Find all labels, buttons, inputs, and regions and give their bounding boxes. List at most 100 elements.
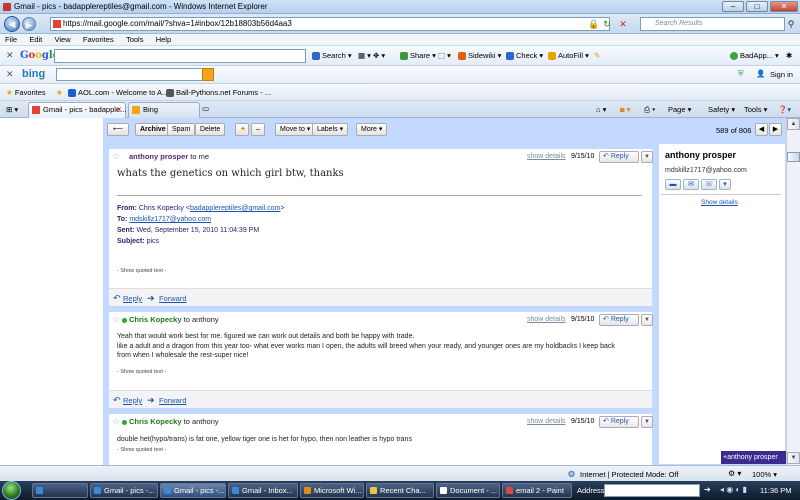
user-icon[interactable]: 👤 <box>756 69 765 78</box>
bing-search-button[interactable] <box>202 68 214 81</box>
from-email-link[interactable]: badapplereptiles@gmail.com <box>190 205 280 212</box>
print-icon[interactable]: ⎙ ▾ <box>644 105 655 115</box>
phone-icon[interactable]: ☏ <box>701 179 717 190</box>
back-button[interactable]: ◀ <box>4 16 20 32</box>
tab-bing[interactable]: Bing <box>128 102 200 118</box>
google-search-input[interactable] <box>54 49 306 63</box>
bing-signin-link[interactable]: Sign in <box>770 70 793 79</box>
scroll-down-icon[interactable]: ▼ <box>787 452 800 464</box>
footer-forward-link[interactable]: Forward <box>159 396 187 405</box>
close-bing-toolbar-icon[interactable]: ✕ <box>6 69 14 80</box>
footer-reply-link[interactable]: Reply <box>123 396 142 405</box>
go-icon[interactable]: ➜ <box>704 485 711 494</box>
reply-options-icon[interactable]: ▼ <box>641 314 653 326</box>
protected-mode-icon[interactable]: ⚙ ▾ <box>728 469 741 478</box>
autofill-button[interactable]: AutoFill ▾ <box>548 51 589 61</box>
sidewiki-button[interactable]: Sidewiki ▾ <box>458 51 501 61</box>
reply-options-icon[interactable]: ▼ <box>641 151 653 163</box>
taskbar-item[interactable]: Gmail - Inbox... <box>228 483 298 498</box>
safety-menu[interactable]: Safety ▾ <box>708 105 735 114</box>
menu-view[interactable]: View <box>50 34 76 45</box>
show-quoted-text-link[interactable]: - Show quoted text - <box>117 447 166 453</box>
taskbar-item[interactable]: Microsoft Wi... <box>300 483 364 498</box>
menu-favorites[interactable]: Favorites <box>78 34 119 45</box>
mark-button[interactable]: – <box>251 123 265 136</box>
favorite-aol[interactable]: AOL.com - Welcome to A... ▾ <box>68 88 174 98</box>
menu-help[interactable]: Help <box>151 34 176 45</box>
zoom-level[interactable]: 100% ▾ <box>752 470 777 479</box>
scroll-up-icon[interactable]: ▲ <box>787 118 800 130</box>
stop-icon[interactable]: ✕ <box>618 19 628 29</box>
minimize-button[interactable]: – <box>722 1 744 12</box>
show-details-link[interactable]: show details <box>527 418 566 425</box>
scrollbar[interactable]: ▲ ▼ <box>786 118 800 465</box>
lock-icon[interactable]: 🔒 <box>588 19 599 29</box>
star-icon[interactable]: ☆ <box>112 416 120 427</box>
bing-search-input[interactable] <box>56 68 204 81</box>
menu-file[interactable]: File <box>0 34 22 45</box>
shield-icon[interactable]: ⛨ <box>738 69 744 79</box>
add-favorite-icon[interactable]: ★ <box>56 88 63 97</box>
favorites-button[interactable]: ★ Favorites <box>6 88 46 97</box>
menu-edit[interactable]: Edit <box>24 34 47 45</box>
reply-options-icon[interactable]: ▼ <box>641 416 653 428</box>
star-mark-button[interactable]: ✦ <box>235 123 249 136</box>
newer-button[interactable]: ◀ <box>755 123 768 136</box>
contact-show-details-link[interactable]: Show details <box>701 199 738 206</box>
taskbar-item[interactable]: Recent Cha... <box>366 483 434 498</box>
spam-button[interactable]: Spam <box>167 123 196 136</box>
tab-gmail[interactable]: Gmail - pics - badapple... ✕ <box>28 102 126 118</box>
start-button[interactable] <box>2 481 21 500</box>
browser-search-input[interactable]: Search Results <box>640 17 785 31</box>
clock[interactable]: 11:36 PM <box>760 486 792 495</box>
bookmark-icon[interactable]: ⬚ ▾ <box>438 51 451 60</box>
help-icon[interactable]: ❓▾ <box>778 105 791 114</box>
taskbar-item-active[interactable]: Gmail - pics -... <box>160 483 226 498</box>
taskbar-item[interactable]: email 2 - Paint <box>502 483 572 498</box>
show-quoted-text-link[interactable]: - Show quoted text - <box>117 369 166 375</box>
reply-button[interactable]: ↶ Reply <box>599 314 639 326</box>
message-header[interactable]: ☆ Chris Kopecky to anthony show details … <box>109 414 653 430</box>
message-header[interactable]: ☆ anthony prosper to me show details 9/1… <box>109 149 653 165</box>
back-to-inbox-button[interactable]: ⟵ <box>107 123 129 136</box>
chat-icon[interactable]: ▬ <box>665 179 681 190</box>
pencil-icon[interactable]: ✎ <box>594 51 600 60</box>
to-email-link[interactable]: mdskillz1717@yahoo.com <box>129 216 211 223</box>
archive-button[interactable]: Archive <box>135 123 171 136</box>
close-tab-icon[interactable]: ✕ <box>116 103 122 117</box>
forward-button[interactable]: ▶ <box>22 17 36 31</box>
taskbar-item[interactable]: Document - ... <box>436 483 500 498</box>
star-icon[interactable]: ☆ <box>112 314 120 325</box>
home-icon[interactable]: ⌂ ▾ <box>596 105 606 114</box>
tools-menu[interactable]: Tools ▾ <box>744 105 767 114</box>
refresh-icon[interactable]: ↻ <box>602 19 612 29</box>
taskbar-address-input[interactable] <box>604 484 700 497</box>
email-icon[interactable]: ✉ <box>683 179 699 190</box>
new-tab-icon[interactable]: ▭ <box>202 104 209 113</box>
close-button[interactable]: ✕ <box>770 1 798 12</box>
footer-forward-link[interactable]: Forward <box>159 294 187 303</box>
tray-icons[interactable]: ◂ ◉ ◐ ▮ <box>720 485 747 494</box>
close-toolbar-icon[interactable]: ✕ <box>6 50 14 61</box>
scroll-thumb[interactable] <box>787 152 800 162</box>
reply-button[interactable]: ↶ Reply <box>599 416 639 428</box>
taskbar-item[interactable]: Gmail - pics -... <box>90 483 158 498</box>
reply-button[interactable]: ↶ Reply <box>599 151 639 163</box>
quick-tabs-icon[interactable]: ⊞ ▾ <box>6 105 18 114</box>
security-zone[interactable]: Internet | Protected Mode: Off <box>580 470 679 479</box>
check-button[interactable]: Check ▾ <box>506 51 543 61</box>
url-input[interactable]: https://mail.google.com/mail/?shva=1#inb… <box>50 17 610 31</box>
page-menu[interactable]: Page ▾ <box>668 105 691 114</box>
labels-button[interactable]: Labels ▾ <box>312 123 349 136</box>
footer-reply-link[interactable]: Reply <box>123 294 142 303</box>
feeds-icon[interactable]: ◙ ▾ <box>620 105 630 114</box>
show-details-link[interactable]: show details <box>527 316 566 323</box>
google-search-button[interactable]: Search ▾ <box>312 51 352 61</box>
contact-options-icon[interactable]: ▾ <box>719 179 731 190</box>
share-button[interactable]: Share ▾ <box>400 51 436 61</box>
search-icon[interactable]: ⚲ <box>786 19 796 29</box>
delete-button[interactable]: Delete <box>195 123 226 136</box>
show-details-link[interactable]: show details <box>527 153 566 160</box>
google-account-button[interactable]: BadApp... ▾ <box>730 51 779 61</box>
more-actions-button[interactable]: More ▾ <box>356 123 388 136</box>
